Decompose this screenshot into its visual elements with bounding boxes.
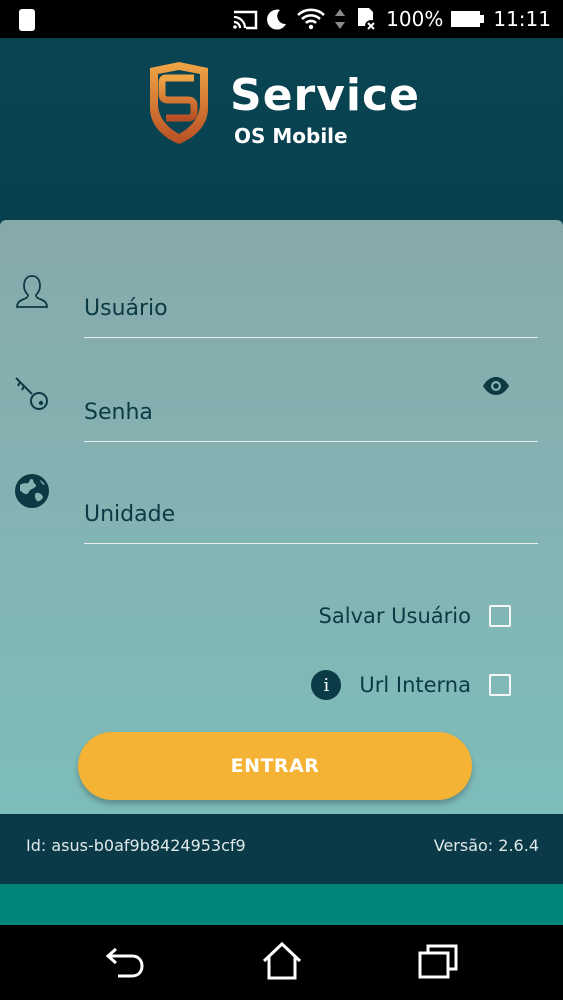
internal-url-label: Url Interna xyxy=(359,673,471,697)
navigation-bar xyxy=(0,925,563,1000)
internal-url-checkbox[interactable] xyxy=(489,674,511,696)
app-version: Versão: 2.6.4 xyxy=(433,836,539,855)
shield-logo-icon xyxy=(150,62,208,144)
cast-icon xyxy=(233,10,258,30)
user-icon xyxy=(16,275,48,308)
clock: 11:11 xyxy=(493,7,551,31)
phone-icon xyxy=(19,9,35,31)
password-input[interactable] xyxy=(84,398,538,442)
data-arrows-icon xyxy=(335,9,346,29)
unit-input[interactable] xyxy=(84,500,538,544)
globe-icon xyxy=(15,474,49,508)
home-icon[interactable] xyxy=(260,941,304,981)
sd-card-icon xyxy=(358,8,378,32)
username-field xyxy=(0,260,563,360)
info-icon[interactable]: i xyxy=(311,670,342,700)
login-card: Salvar Usuário i Url Interna ENTRAR xyxy=(0,220,563,814)
app-header: Service OS Mobile xyxy=(0,38,563,220)
save-user-label: Salvar Usuário xyxy=(318,604,471,628)
status-bar: 100% 11:11 xyxy=(0,0,563,38)
enter-button[interactable]: ENTRAR xyxy=(78,732,472,800)
recents-icon[interactable] xyxy=(416,941,460,981)
device-id: Id: asus-b0af9b8424953cf9 xyxy=(26,836,246,855)
internal-url-row: i Url Interna xyxy=(311,670,511,700)
save-user-row: Salvar Usuário xyxy=(319,604,511,628)
wifi-icon xyxy=(297,8,326,30)
battery-percentage: 100% xyxy=(386,7,444,31)
show-password-eye-icon[interactable] xyxy=(482,376,510,396)
key-icon xyxy=(15,377,48,410)
bottom-strip xyxy=(0,884,563,925)
unit-field xyxy=(0,465,563,565)
moon-icon xyxy=(267,9,287,30)
battery-icon xyxy=(451,11,485,27)
save-user-checkbox[interactable] xyxy=(489,605,511,627)
app-footer: Id: asus-b0af9b8424953cf9 Versão: 2.6.4 xyxy=(0,814,563,884)
app-subtitle: OS Mobile xyxy=(234,124,348,148)
app-title: Service xyxy=(230,70,420,121)
username-input[interactable] xyxy=(84,294,538,338)
password-field xyxy=(0,362,563,462)
back-icon[interactable] xyxy=(102,941,146,981)
login-screen: Service OS Mobile Usuário Unidade Salvar… xyxy=(0,38,563,925)
